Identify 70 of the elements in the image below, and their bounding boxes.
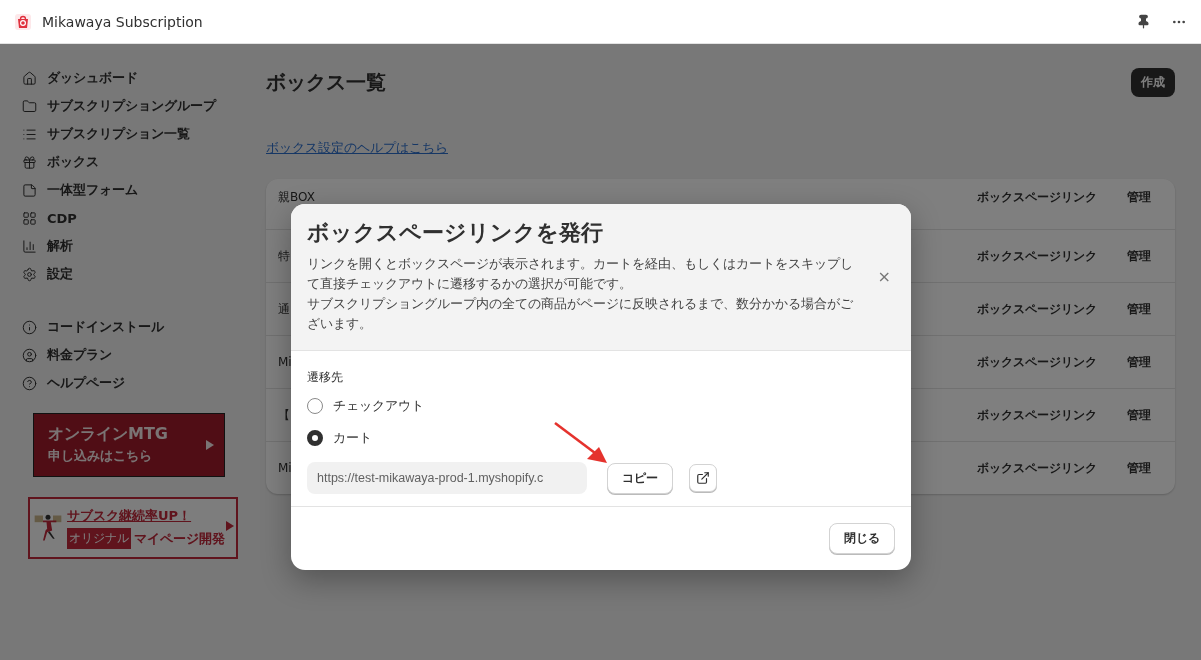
box-page-link[interactable]: ボックスページリンク [977,406,1127,424]
nav-item[interactable]: ヘルプページ [47,374,125,392]
manage-link[interactable]: 管理 [1127,406,1163,424]
radio-label[interactable]: チェックアウト [333,397,424,415]
play-icon [206,440,214,450]
settings-icon [22,266,37,282]
nav-item[interactable]: ボックス [47,153,99,171]
create-button[interactable]: 作成 [1131,68,1175,97]
radio-label[interactable]: カート [333,429,372,447]
box-name: Mi [278,355,292,369]
dialog-title: ボックスページリンクを発行 [307,219,604,247]
nav-item[interactable]: ダッシュボード [47,69,138,87]
box-page-link[interactable]: ボックスページリンク [977,247,1127,265]
banner-headline: サブスク継続率UP！ [67,507,193,525]
user-icon [22,347,37,363]
nav-item[interactable]: 設定 [47,265,73,283]
play-icon [226,521,234,531]
field-label: 遷移先 [307,369,344,386]
box-page-link[interactable]: ボックスページリンク [977,189,1127,206]
manage-link[interactable]: 管理 [1127,189,1163,206]
nav-item[interactable]: サブスクリプション一覧 [47,125,190,143]
dialog-description: サブスクリプショングループ内の全ての商品がページに反映されるまで、数分かかる場合がございます。 [307,295,854,333]
pin-icon[interactable] [1136,14,1151,29]
nav-item[interactable]: コードインストール [47,318,164,336]
box-page-link[interactable]: ボックスページリンク [977,300,1127,318]
home-icon [22,70,37,86]
box-name: 親BOX [278,189,315,206]
radio-button[interactable] [307,430,323,446]
manage-link[interactable]: 管理 [1127,247,1163,265]
nav-item[interactable]: 解析 [47,237,73,255]
info-icon [22,319,37,335]
dialog-description: リンクを開くとボックスページが表示されます。カートを経由、もしくはカートをスキップして直接チェックアウトに遷移するかの選択が可能です。 [307,255,854,293]
box-name: 通 [278,300,290,318]
help-link[interactable]: ボックス設定のヘルプはこちら [266,139,448,157]
nav-item[interactable]: CDP [47,210,77,226]
url-field[interactable]: https://test-mikawaya-prod-1.myshopify.c [307,462,587,494]
box-name: 【 [278,406,290,424]
box-icon [22,154,37,170]
box-page-link[interactable]: ボックスページリンク [977,353,1127,371]
open-link-button[interactable] [689,464,717,492]
banner-tag: オリジナル [67,528,131,549]
external-link-icon [696,471,710,485]
list-icon [22,126,37,142]
app-logo [14,12,32,31]
nav-item[interactable]: 料金プラン [47,346,112,364]
box-name: 特 [278,247,290,265]
mypage-banner[interactable]: サブスク継続率UP！ オリジナル マイページ開発 [28,497,238,559]
banner-text: マイページ開発 [134,529,225,548]
folder-icon [22,98,37,114]
help-icon [22,375,37,391]
window-title: Mikawaya Subscription [42,13,204,30]
manage-link[interactable]: 管理 [1127,353,1163,371]
manage-link[interactable]: 管理 [1127,459,1163,477]
box-name: Mi [278,461,292,475]
manage-link[interactable]: 管理 [1127,300,1163,318]
meeting-banner[interactable]: オンラインMTG 申し込みはこちら [33,413,225,477]
nav-item[interactable]: 一体型フォーム [47,181,138,199]
banner-title: オンラインMTG [48,424,169,445]
page-title: ボックス一覧 [266,69,386,96]
banner-subtitle: 申し込みはこちら [48,447,153,465]
nav-item[interactable]: サブスクリプショングループ [47,97,216,115]
pointer-arrow [553,421,609,465]
grid-icon [22,210,37,226]
close-button[interactable]: × [873,262,895,290]
box-page-link[interactable]: ボックスページリンク [977,459,1127,477]
radio-button[interactable] [307,398,323,414]
copy-button[interactable]: コピー [607,462,673,494]
note-icon [22,182,37,198]
close-dialog-button[interactable]: 閉じる [829,523,895,554]
bar-chart-icon [22,238,37,254]
